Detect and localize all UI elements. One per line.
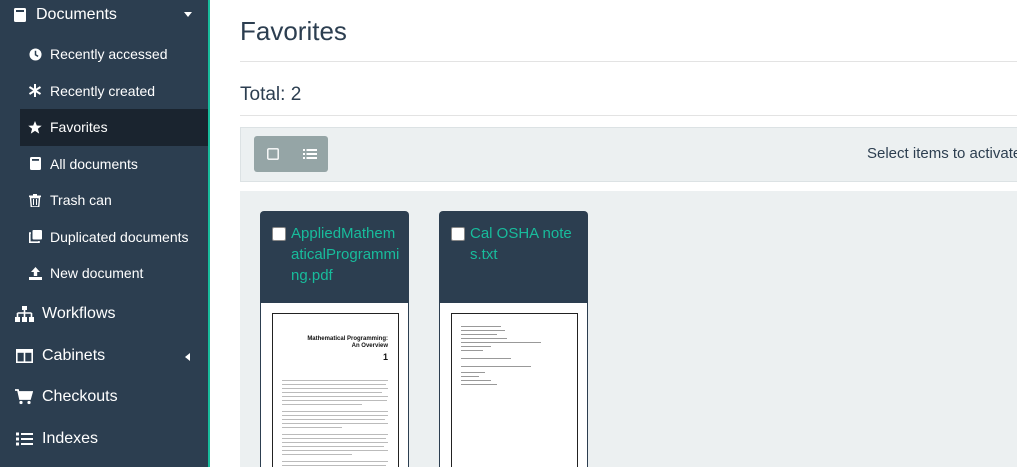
columns-icon — [14, 347, 34, 365]
text-line — [282, 404, 362, 405]
text-line — [461, 372, 485, 373]
text-line — [282, 450, 388, 451]
text-line — [461, 342, 541, 343]
text-line — [461, 350, 483, 351]
sidebar-item-new-document[interactable]: New document — [20, 255, 208, 292]
upload-icon — [28, 266, 42, 280]
select-items-hint: Select items to activate — [867, 145, 1017, 162]
asterisk-icon — [28, 84, 42, 98]
text-line — [282, 465, 386, 466]
sidebar-item-label: New document — [50, 265, 144, 282]
list-icon — [302, 148, 317, 160]
nav-cabinets-label: Cabinets — [42, 347, 106, 364]
nav-cabinets[interactable]: Cabinets — [0, 335, 208, 377]
text-line — [282, 400, 387, 401]
list-icon — [14, 430, 34, 448]
sidebar-item-recently-created[interactable]: Recently created — [20, 73, 208, 110]
sidebar-item-label: All documents — [50, 155, 138, 172]
sidebar-item-label: Duplicated documents — [50, 228, 189, 245]
sidebar-item-label: Recently accessed — [50, 46, 168, 63]
sidebar-item-favorites[interactable]: Favorites — [20, 109, 208, 146]
caret-down-icon — [184, 12, 192, 17]
square-icon — [266, 148, 279, 160]
caret-left-icon — [185, 353, 190, 361]
divider — [240, 61, 1017, 62]
text-line — [461, 334, 497, 335]
documents-subnav: Recently accessed Recently created Favor… — [20, 36, 208, 292]
text-line — [461, 338, 507, 339]
sitemap-icon — [14, 305, 34, 323]
book-icon — [14, 8, 30, 22]
star-icon — [28, 120, 42, 134]
nav-checkouts[interactable]: Checkouts — [0, 376, 208, 418]
select-checkbox[interactable] — [451, 227, 465, 241]
grid-view-button[interactable] — [254, 136, 291, 172]
sidebar-item-label: Favorites — [50, 119, 108, 136]
text-line — [282, 454, 352, 455]
view-toggle-group — [254, 136, 328, 172]
text-line — [461, 380, 491, 381]
sidebar-item-duplicated-documents[interactable]: Duplicated documents — [20, 219, 208, 256]
text-line — [461, 346, 491, 347]
text-line — [282, 434, 388, 435]
thumbnail-chapter-number: 1 — [382, 352, 388, 362]
document-thumbnail[interactable] — [451, 313, 578, 467]
text-line — [461, 384, 497, 385]
text-line — [282, 396, 388, 397]
select-checkbox[interactable] — [272, 227, 286, 241]
text-line — [282, 419, 385, 420]
text-line — [282, 461, 388, 462]
sidebar-item-all-documents[interactable]: All documents — [20, 146, 208, 183]
text-line — [461, 366, 531, 367]
text-line — [282, 384, 386, 385]
list-view-button[interactable] — [291, 136, 328, 172]
document-thumbnail[interactable]: Mathematical Programming: An Overview 1 — [272, 313, 399, 467]
text-line — [461, 376, 479, 377]
page-title: Favorites — [240, 16, 347, 46]
nav-documents[interactable]: Documents — [0, 0, 208, 30]
main-content: Favorites Total: 2 Select items to activ… — [240, 0, 1017, 467]
sidebar-item-label: Trash can — [50, 192, 112, 209]
text-line — [461, 358, 511, 359]
text-line — [282, 415, 388, 416]
divider — [240, 115, 1017, 116]
sidebar-item-label: Recently created — [50, 82, 156, 99]
sidebar: Documents Recently accessed Recently cre… — [0, 0, 210, 467]
text-line — [282, 380, 388, 381]
nav-documents-label: Documents — [36, 6, 117, 23]
text-line — [282, 411, 388, 412]
thumbnail-area: Mathematical Programming: An Overview 1 — [260, 303, 409, 467]
text-line — [282, 388, 388, 389]
total-count: Total: 2 — [240, 84, 302, 105]
text-line — [282, 442, 388, 443]
text-line — [282, 427, 342, 428]
nav-indexes[interactable]: Indexes — [0, 418, 208, 460]
favorites-grid: AppliedMathematicalProgramming.pdf Mathe… — [240, 191, 1017, 467]
text-line — [282, 446, 384, 447]
thumbnail-area — [439, 303, 588, 467]
nav-checkouts-label: Checkouts — [42, 388, 118, 405]
toolbar: Select items to activate — [240, 127, 1017, 182]
thumbnail-title: Mathematical Programming: An Overview — [307, 336, 388, 349]
clock-icon — [28, 47, 42, 61]
text-line — [282, 392, 382, 393]
text-line — [461, 330, 505, 331]
cart-icon — [14, 388, 34, 406]
trash-icon — [28, 193, 42, 207]
document-card: Cal OSHA notes.txt — [439, 211, 588, 467]
sidebar-item-recently-accessed[interactable]: Recently accessed — [20, 36, 208, 73]
document-card: AppliedMathematicalProgramming.pdf Mathe… — [260, 211, 409, 467]
text-line — [282, 423, 388, 424]
document-name-link[interactable]: AppliedMathematicalProgramming.pdf — [291, 223, 403, 286]
text-line — [461, 326, 501, 327]
nav-workflows-label: Workflows — [42, 305, 116, 322]
document-name-link[interactable]: Cal OSHA notes.txt — [470, 223, 582, 265]
nav-workflows[interactable]: Workflows — [0, 293, 208, 335]
sidebar-item-trash-can[interactable]: Trash can — [20, 182, 208, 219]
book-icon — [28, 157, 42, 171]
nav-indexes-label: Indexes — [42, 430, 99, 447]
text-line — [282, 438, 386, 439]
clone-icon — [28, 230, 42, 244]
